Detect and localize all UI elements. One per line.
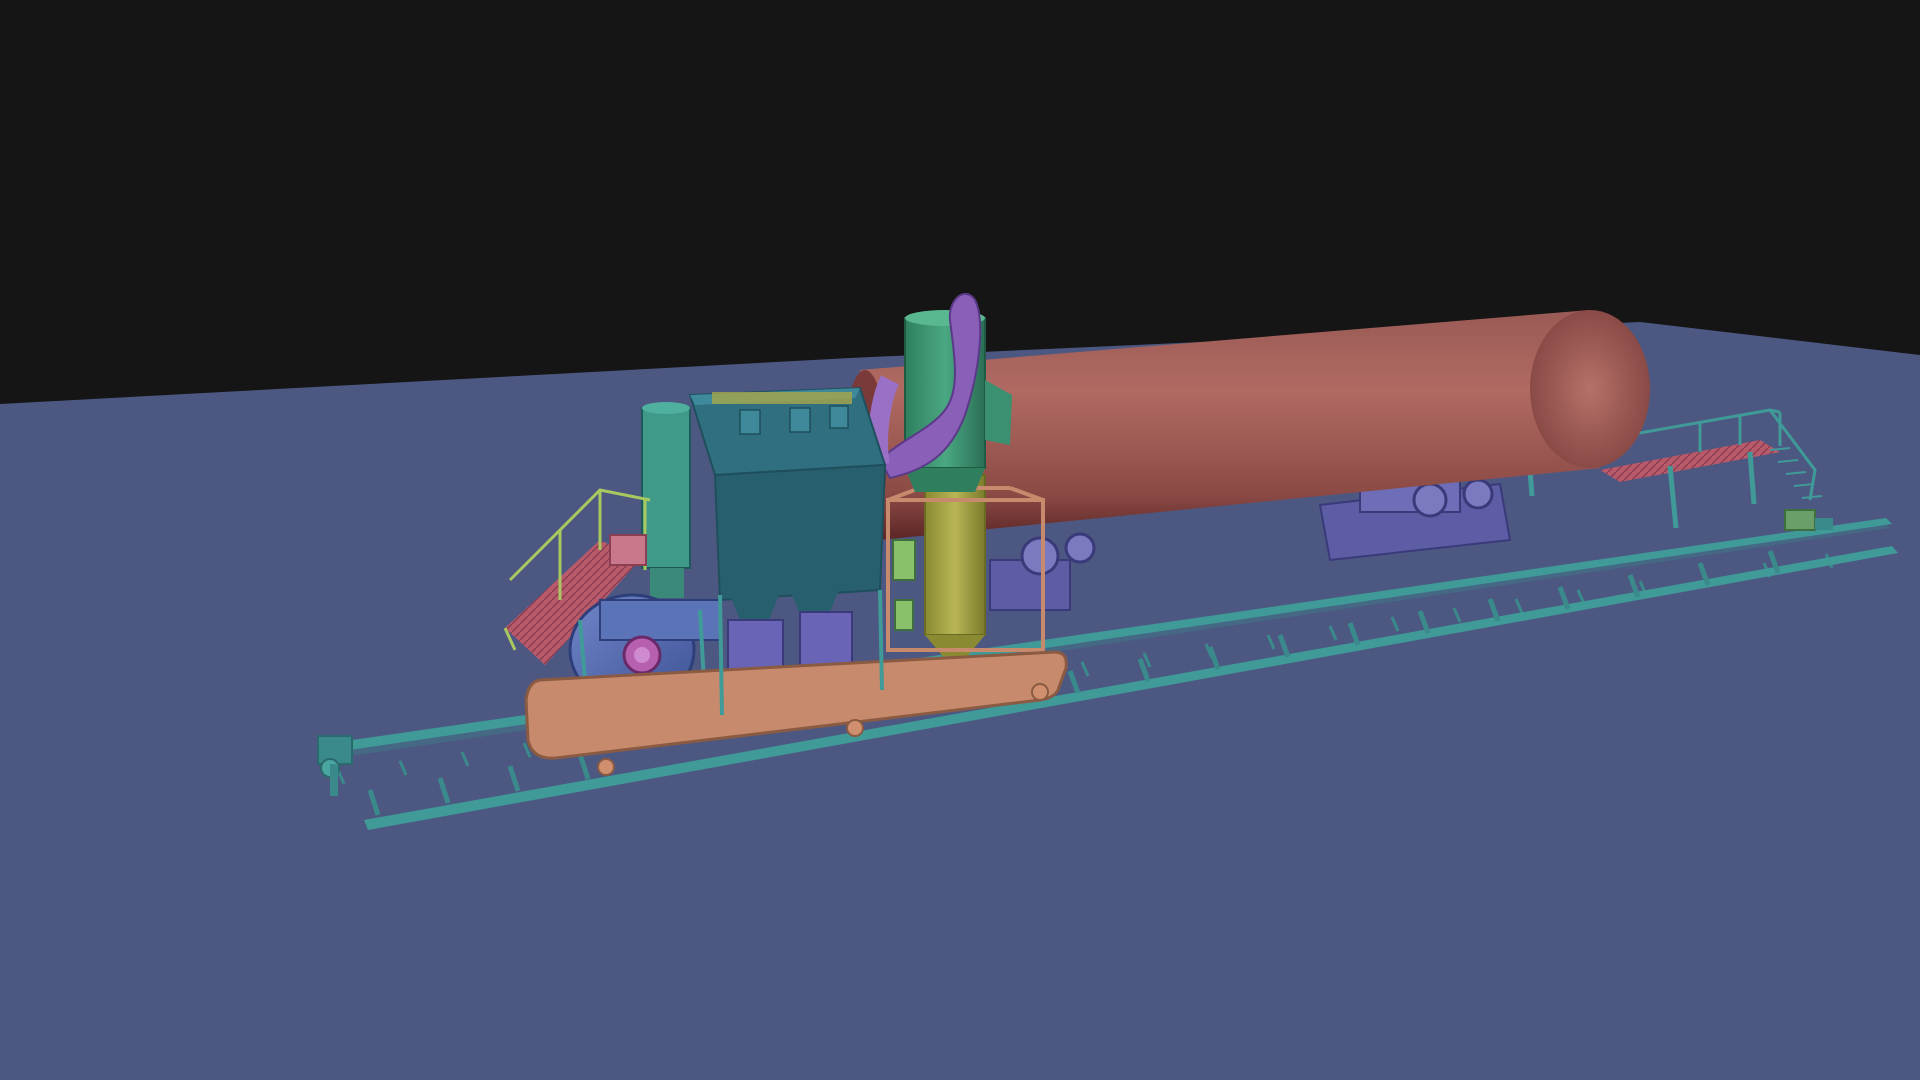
scene-canvas[interactable] (0, 0, 1920, 1080)
3d-viewport[interactable] (0, 0, 1920, 1080)
